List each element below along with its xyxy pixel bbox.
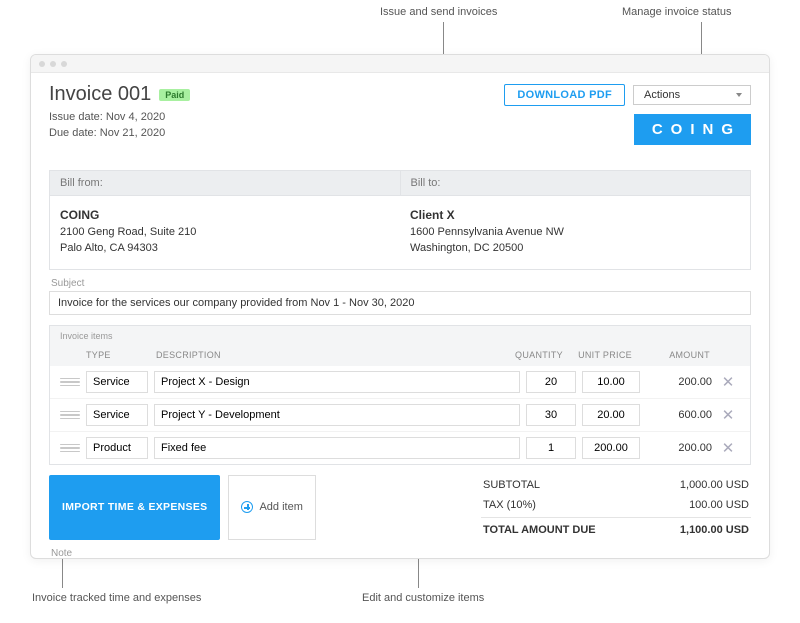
delete-item-icon[interactable]: ✕ <box>716 403 740 427</box>
actions-label: Actions <box>644 89 680 101</box>
item-desc-input[interactable] <box>154 437 520 459</box>
import-time-expenses-button[interactable]: IMPORT TIME & EXPENSES <box>49 475 220 540</box>
annotation-edit-items: Edit and customize items <box>362 592 484 604</box>
issue-date: Nov 4, 2020 <box>106 111 165 123</box>
app-window: Invoice 001 Paid DOWNLOAD PDF Actions Is… <box>30 54 770 559</box>
drag-handle-icon[interactable] <box>60 407 80 423</box>
bill-to: Client X 1600 Pennsylvania Avenue NW Was… <box>400 196 750 269</box>
content-area: Invoice 001 Paid DOWNLOAD PDF Actions Is… <box>31 73 769 559</box>
download-pdf-button[interactable]: DOWNLOAD PDF <box>504 84 625 106</box>
item-desc-input[interactable] <box>154 404 520 426</box>
item-row: 200.00 ✕ <box>50 431 750 464</box>
traffic-light-icon <box>39 61 45 67</box>
subtotal-value: 1,000.00 USD <box>680 479 749 491</box>
item-amount: 200.00 <box>646 376 716 388</box>
plus-circle-icon <box>241 501 253 513</box>
total-due-label: TOTAL AMOUNT DUE <box>483 524 596 536</box>
item-type-input[interactable] <box>86 437 148 459</box>
col-quantity: QUANTITY <box>508 350 570 360</box>
annotation-tracked: Invoice tracked time and expenses <box>32 592 201 604</box>
subject-input[interactable] <box>49 291 751 315</box>
bill-header: Bill from: Bill to: <box>49 170 751 196</box>
chevron-down-icon <box>736 93 742 97</box>
tax-label: TAX (10%) <box>483 499 536 511</box>
item-type-input[interactable] <box>86 404 148 426</box>
item-price-input[interactable] <box>582 404 640 426</box>
bill-to-label: Bill to: <box>400 171 751 195</box>
item-qty-input[interactable] <box>526 404 576 426</box>
window-titlebar <box>31 55 769 73</box>
item-row: 200.00 ✕ <box>50 366 750 398</box>
bill-from-addr1: 2100 Geng Road, Suite 210 <box>60 224 390 241</box>
brand-logo: COING <box>634 114 751 145</box>
invoice-title: Invoice 001 <box>49 83 151 106</box>
annotation-manage-status: Manage invoice status <box>622 6 731 18</box>
note-label: Note <box>51 548 751 559</box>
add-item-label: Add item <box>259 501 302 513</box>
bill-from-label: Bill from: <box>50 171 400 195</box>
invoice-items-title: Invoice items <box>50 326 750 346</box>
bill-from-addr2: Palo Alto, CA 94303 <box>60 240 390 257</box>
delete-item-icon[interactable]: ✕ <box>716 370 740 394</box>
bill-body: COING 2100 Geng Road, Suite 210 Palo Alt… <box>49 196 751 270</box>
under-items-row: IMPORT TIME & EXPENSES Add item SUBTOTAL… <box>49 475 751 540</box>
item-qty-input[interactable] <box>526 371 576 393</box>
item-type-input[interactable] <box>86 371 148 393</box>
drag-handle-icon[interactable] <box>60 440 80 456</box>
bill-to-name: Client X <box>410 206 740 224</box>
total-due-value: 1,100.00 USD <box>680 524 749 536</box>
actions-dropdown[interactable]: Actions <box>633 85 751 105</box>
item-amount: 200.00 <box>646 442 716 454</box>
col-type: TYPE <box>86 350 156 360</box>
due-date-label: Due date: <box>49 127 100 139</box>
col-amount: AMOUNT <box>640 350 710 360</box>
status-badge: Paid <box>159 89 190 101</box>
annotation-issue-send: Issue and send invoices <box>380 6 497 18</box>
item-price-input[interactable] <box>582 437 640 459</box>
tax-value: 100.00 USD <box>689 499 749 511</box>
invoice-items-panel: Invoice items TYPE DESCRIPTION QUANTITY … <box>49 325 751 465</box>
add-item-button[interactable]: Add item <box>228 475 315 540</box>
items-header-row: TYPE DESCRIPTION QUANTITY UNIT PRICE AMO… <box>50 346 750 366</box>
subject-label: Subject <box>51 278 751 289</box>
item-amount: 600.00 <box>646 409 716 421</box>
due-date: Nov 21, 2020 <box>100 127 165 139</box>
delete-item-icon[interactable]: ✕ <box>716 436 740 460</box>
bill-from: COING 2100 Geng Road, Suite 210 Palo Alt… <box>50 196 400 269</box>
col-unit-price: UNIT PRICE <box>570 350 640 360</box>
totals-block: SUBTOTAL 1,000.00 USD TAX (10%) 100.00 USD… <box>481 475 751 540</box>
header-row: Invoice 001 Paid DOWNLOAD PDF Actions <box>49 83 751 106</box>
subtotal-label: SUBTOTAL <box>483 479 540 491</box>
col-description: DESCRIPTION <box>156 350 508 360</box>
drag-handle-icon[interactable] <box>60 374 80 390</box>
bill-from-name: COING <box>60 206 390 224</box>
item-price-input[interactable] <box>582 371 640 393</box>
item-qty-input[interactable] <box>526 437 576 459</box>
traffic-light-icon <box>50 61 56 67</box>
item-desc-input[interactable] <box>154 371 520 393</box>
bill-to-addr1: 1600 Pennsylvania Avenue NW <box>410 224 740 241</box>
traffic-light-icon <box>61 61 67 67</box>
item-row: 600.00 ✕ <box>50 398 750 431</box>
issue-date-label: Issue date: <box>49 111 106 123</box>
bill-to-addr2: Washington, DC 20500 <box>410 240 740 257</box>
